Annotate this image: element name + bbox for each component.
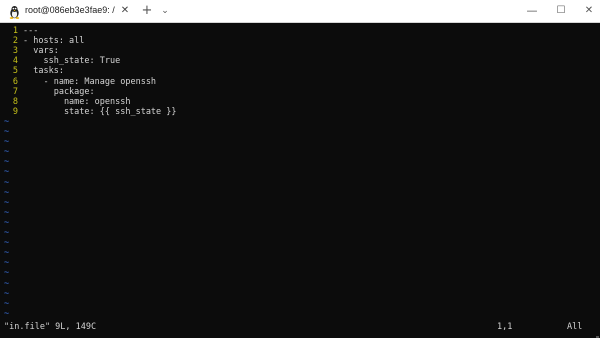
empty-line-marker: ~ — [4, 308, 10, 319]
code-line: 4 ssh_state: True — [0, 56, 590, 66]
code-line: 1 --- — [0, 26, 590, 36]
code-line: 7 package: — [0, 87, 590, 97]
empty-line-marker: ~ — [4, 157, 10, 168]
line-number: 6 — [12, 76, 18, 87]
code-line: 8 name: openssh — [0, 97, 590, 107]
empty-line-marker: ~ — [4, 248, 10, 259]
line-text: tasks: — [23, 66, 64, 77]
empty-line-marker: ~ — [4, 258, 10, 269]
code-line: 6 - name: Manage openssh — [0, 77, 590, 87]
line-number: 2 — [12, 36, 18, 47]
empty-line-marker: ~ — [4, 127, 10, 137]
chevron-down-icon[interactable]: ⌄ — [158, 3, 172, 19]
empty-line-marker: ~ — [4, 177, 10, 188]
status-file-info: "in.file" 9L, 149C — [4, 322, 97, 332]
new-tab-button[interactable]: + — [138, 3, 156, 19]
close-tab-icon[interactable]: ✕ — [118, 4, 132, 18]
code-line: 3 vars: — [0, 46, 590, 56]
empty-line-marker: ~ — [4, 167, 10, 178]
line-text: - name: Manage openssh — [23, 76, 157, 87]
empty-line-marker: ~ — [4, 187, 10, 198]
empty-line-marker: ~ — [4, 147, 10, 158]
empty-line-marker: ~ — [4, 288, 10, 299]
empty-line-marker: ~ — [4, 238, 10, 249]
line-text: state: {{ ssh_state }} — [23, 106, 177, 117]
line-text: vars: — [23, 46, 59, 57]
status-scroll-position: All — [567, 322, 583, 332]
line-number: 5 — [12, 66, 18, 77]
code-line: 2 - hosts: all — [0, 36, 590, 46]
code-line: 9 state: {{ ssh_state }} — [0, 107, 590, 117]
linux-penguin-icon — [8, 4, 21, 19]
line-number: 9 — [12, 106, 18, 117]
line-number: 3 — [12, 46, 18, 57]
line-number: 8 — [12, 96, 18, 107]
code-line: 5 tasks: — [0, 66, 590, 76]
line-text: --- — [23, 26, 39, 36]
empty-line-marker: ~ — [4, 197, 10, 208]
empty-line-marker: ~ — [4, 137, 10, 148]
line-text: package: — [23, 86, 95, 97]
line-number: 1 — [12, 26, 18, 36]
minimize-button[interactable]: — — [523, 3, 541, 19]
line-text: name: openssh — [23, 96, 131, 107]
empty-line-marker: ~ — [4, 268, 10, 279]
tab-title: root@086eb3e3fae9: / — [25, 5, 115, 15]
line-number: 7 — [12, 86, 18, 97]
close-window-button[interactable]: ✕ — [580, 3, 598, 19]
empty-line-marker: ~ — [4, 217, 10, 228]
line-text: - hosts: all — [23, 36, 85, 47]
empty-line-marker: ~ — [4, 207, 10, 218]
line-text: ssh_state: True — [23, 56, 121, 67]
title-bar: root@086eb3e3fae9: / ✕ + ⌄ — ☐ ✕ — [0, 0, 600, 23]
empty-line-marker: ~ — [4, 228, 10, 238]
line-number: 4 — [12, 56, 18, 67]
status-cursor-position: 1,1 — [497, 322, 513, 332]
empty-line-marker: ~ — [4, 116, 10, 127]
terminal-area[interactable]: 1 --- 2- hosts: all 3 vars: 4 ssh_state: Tru… — [0, 23, 600, 338]
empty-line-marker: ~ — [4, 298, 10, 309]
terminal-tab[interactable]: root@086eb3e3fae9: / ✕ — [0, 0, 134, 22]
empty-line-marker: ~ — [4, 278, 10, 289]
maximize-button[interactable]: ☐ — [552, 3, 570, 19]
